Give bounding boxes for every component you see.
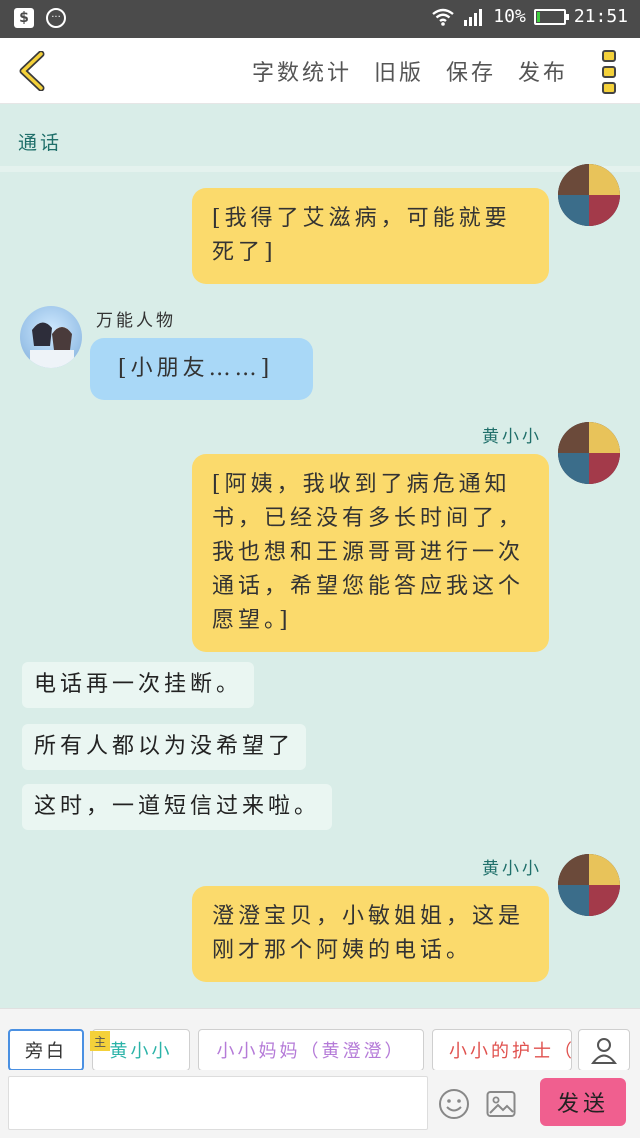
message-bubble[interactable]: 澄澄宝贝，小敏姐姐，这是刚才那个阿姨的电话。 [192,886,549,982]
message-bubble[interactable]: [小朋友……] [90,338,313,400]
clock: 21:51 [573,6,628,27]
chat-area[interactable]: 通话 [我得了艾滋病，可能就要死了] 万能人物 [小朋友……] 黄小小 [阿姨，… [0,104,640,1008]
user-icon [591,1038,617,1064]
app-notification-icon: $ [14,8,34,28]
more-menu-button[interactable] [602,50,618,94]
avatar-huang-xiaoxiao[interactable] [558,164,620,226]
section-divider [0,166,640,172]
input-bar: 发送 [0,1070,640,1138]
message-bubble[interactable]: [我得了艾滋病，可能就要死了] [192,188,549,284]
battery-icon [533,8,569,25]
battery-level [536,11,540,22]
main-role-tag: 主 [90,1031,110,1051]
more-dot-icon [602,66,616,78]
back-button[interactable] [12,48,52,94]
word-count-button[interactable]: 字数统计 [252,55,352,87]
save-button[interactable]: 保存 [446,55,496,87]
more-dot-icon [602,82,616,94]
wifi-icon [432,8,455,26]
signal-icon [464,8,483,26]
sender-name: 黄小小 [482,427,542,447]
emoji-icon[interactable] [438,1088,470,1120]
role-narration[interactable]: 旁白 [8,1029,84,1071]
image-icon[interactable] [486,1090,516,1118]
more-dot-icon [602,50,616,62]
sender-name: 万能人物 [96,311,176,331]
message-bubble[interactable]: [阿姨，我收到了病危通知书，已经没有多长时间了，我也想和王源哥哥进行一次通话，希… [192,454,549,652]
more-notifications-icon: ··· [46,8,66,28]
sender-name: 黄小小 [482,859,542,879]
old-version-button[interactable]: 旧版 [374,55,424,87]
narration-line[interactable]: 电话再一次挂断。 [22,662,255,708]
status-bar: $ ··· 10% 21:51 [0,0,640,38]
send-button[interactable]: 发送 [540,1078,626,1126]
add-role-button[interactable] [578,1029,630,1071]
avatar-universal-character[interactable] [20,306,82,368]
publish-button[interactable]: 发布 [518,55,568,87]
message-input[interactable] [8,1076,428,1130]
avatar-huang-xiaoxiao[interactable] [558,422,620,484]
call-section-label: 通话 [18,132,63,154]
chevron-left-icon [19,51,45,91]
top-nav-bar: 字数统计 旧版 保存 发布 [0,38,640,104]
role-xiaoxiao-nurse[interactable]: 小小的护士（ [432,1029,572,1071]
role-selector-bar: 旁白 主 黄小小 小小妈妈（黄澄澄） 小小的护士（ [0,1008,640,1071]
avatar-huang-xiaoxiao[interactable] [558,854,620,916]
battery-percent: 10% [493,6,526,27]
role-xiaoxiao-mom[interactable]: 小小妈妈（黄澄澄） [198,1029,424,1071]
narration-line[interactable]: 所有人都以为没希望了 [22,724,307,770]
narration-line[interactable]: 这时，一道短信过来啦。 [22,784,333,830]
